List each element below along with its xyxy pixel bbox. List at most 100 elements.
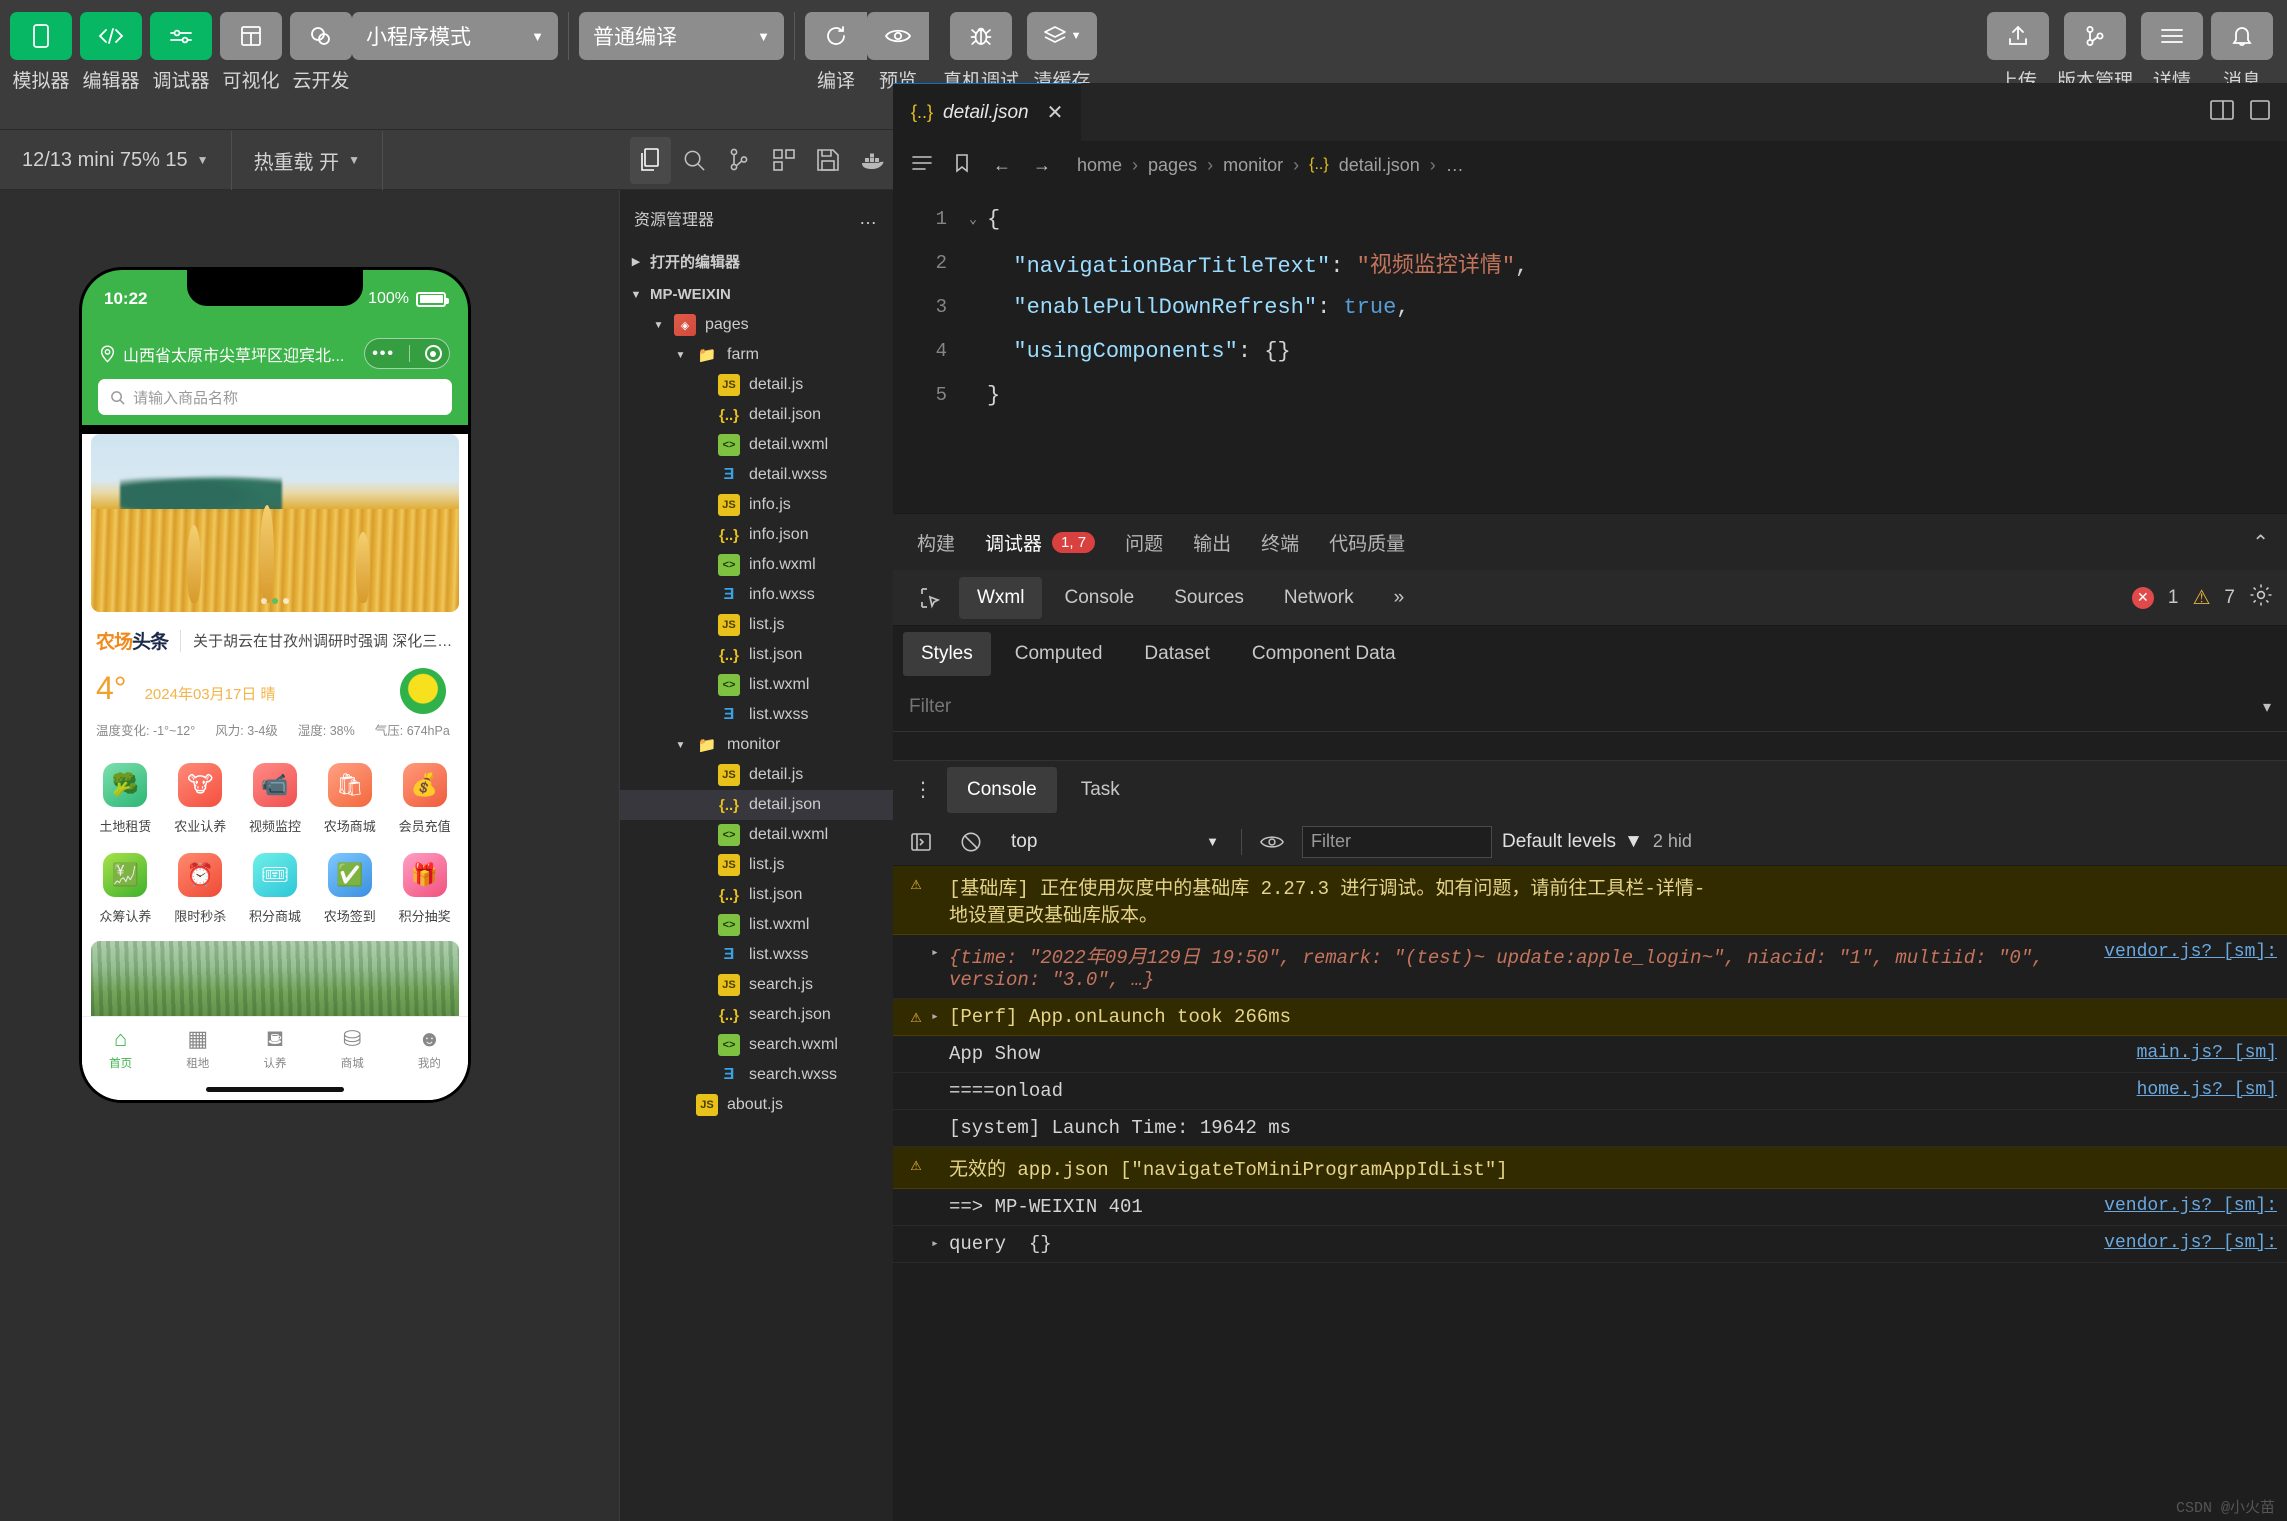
- toolbar-button-simulator[interactable]: 模拟器: [10, 12, 72, 93]
- grid-item-crowdfund-adoption[interactable]: 💹 众筹认养: [88, 853, 163, 925]
- console-sidebar-icon[interactable]: [901, 825, 941, 859]
- more-actions-icon[interactable]: [2249, 98, 2271, 127]
- tree-row[interactable]: ▼ ◈ pages: [620, 310, 893, 340]
- console-context-select[interactable]: top ▼: [1001, 831, 1231, 853]
- explorer-section-project[interactable]: ▼ MP-WEIXIN: [620, 279, 893, 310]
- console-log-row[interactable]: ====onload home.js? [sm]: [893, 1073, 2287, 1110]
- tree-row[interactable]: JS detail.js: [620, 760, 893, 790]
- expand-icon[interactable]: [931, 1117, 949, 1120]
- console-log-row[interactable]: ▸ query {} vendor.js? [sm]:: [893, 1226, 2287, 1263]
- devtools-tab-network[interactable]: Network: [1266, 577, 1372, 619]
- dbg-tab-output[interactable]: 输出: [1193, 514, 1231, 571]
- search-icon[interactable]: [675, 137, 716, 184]
- console-log-row[interactable]: ⚠ 无效的 app.json ["navigateToMiniProgramApp…: [893, 1147, 2287, 1189]
- breadcrumb-item-file[interactable]: detail.json: [1339, 155, 1420, 176]
- tree-row[interactable]: JS info.js: [620, 490, 893, 520]
- tree-row[interactable]: JS list.js: [620, 850, 893, 880]
- toolbar-button-debugger[interactable]: 调试器: [150, 12, 212, 93]
- code-line[interactable]: 3 "enablePullDownRefresh": true,: [893, 285, 2287, 329]
- grid-item-points-mall[interactable]: 🎟 积分商城: [238, 853, 313, 925]
- toolbar-button-upload[interactable]: 上传: [1986, 12, 2049, 93]
- fold-icon[interactable]: ⌄: [959, 212, 987, 227]
- breadcrumb-item-home[interactable]: home: [1077, 155, 1122, 176]
- chevron-down-icon[interactable]: ▼: [652, 320, 665, 331]
- nav-forward-icon[interactable]: →: [1027, 155, 1057, 176]
- tree-row[interactable]: Ǝlist.wxss: [620, 700, 893, 730]
- tree-row[interactable]: JS about.js: [620, 1090, 893, 1120]
- dbg-tab-terminal[interactable]: 终端: [1261, 514, 1299, 571]
- expand-icon[interactable]: [931, 1154, 949, 1157]
- devtools-tab-console[interactable]: Console: [1046, 577, 1152, 619]
- tree-row[interactable]: <> list.wxml: [620, 910, 893, 940]
- code-editor[interactable]: 1 ⌄{2 "navigationBarTitleText": "视频监控详情",…: [893, 189, 2287, 479]
- tree-row[interactable]: Ǝinfo.wxss: [620, 580, 893, 610]
- search-input[interactable]: 请输入商品名称: [98, 379, 452, 415]
- console-log-source[interactable]: home.js? [sm]: [2123, 1080, 2277, 1100]
- chevron-down-icon[interactable]: ▼: [674, 350, 687, 361]
- tree-row[interactable]: <> detail.wxml: [620, 820, 893, 850]
- editor-tab-detail-json[interactable]: {..} detail.json ✕: [893, 83, 1083, 141]
- tree-row[interactable]: {..} search.json: [620, 1000, 893, 1030]
- tree-row[interactable]: JS list.js: [620, 610, 893, 640]
- console-log-source[interactable]: vendor.js? [sm]:: [2090, 1196, 2277, 1216]
- source-control-icon[interactable]: [719, 137, 760, 184]
- toolbar-button-preview[interactable]: 预览: [867, 12, 929, 93]
- news-row[interactable]: 农场头条 关于胡云在甘孜州调研时强调 深化三产融合 助力...: [82, 612, 468, 666]
- styles-tab-computed[interactable]: Computed: [997, 632, 1121, 676]
- chevron-down-icon[interactable]: ▾: [2263, 697, 2271, 717]
- tree-row[interactable]: {..} detail.json: [620, 790, 893, 820]
- console-log-row[interactable]: App Show main.js? [sm]: [893, 1036, 2287, 1073]
- grid-item-farm-mall[interactable]: 🛍 农场商城: [312, 763, 387, 835]
- console-log-row[interactable]: ==> MP-WEIXIN 401 vendor.js? [sm]:: [893, 1189, 2287, 1226]
- grid-item-points-lottery[interactable]: 🎁 积分抽奖: [387, 853, 462, 925]
- tree-row[interactable]: {..} info.json: [620, 520, 893, 550]
- expand-icon[interactable]: ▸: [931, 942, 949, 960]
- location-row[interactable]: 山西省太原市尖草坪区迎宾北... •••: [96, 332, 454, 379]
- dbg-tab-code-quality[interactable]: 代码质量: [1329, 514, 1405, 571]
- console-log-row[interactable]: [system] Launch Time: 19642 ms: [893, 1110, 2287, 1147]
- close-icon[interactable]: ✕: [1047, 100, 1064, 125]
- dbg-tab-problems[interactable]: 问题: [1125, 514, 1163, 571]
- console-levels-select[interactable]: Default levels ▼: [1502, 831, 1643, 853]
- device-select[interactable]: 12/13 mini 75% 15 ▼: [0, 130, 232, 190]
- toolbar-button-cloud[interactable]: 云开发: [290, 12, 352, 93]
- chevron-down-icon[interactable]: ▼: [674, 740, 687, 751]
- nav-back-icon[interactable]: ←: [987, 155, 1017, 176]
- console-log[interactable]: ⚠ [基础库] 正在使用灰度中的基础库 2.27.3 进行调试。如有问题，请前往工…: [893, 866, 2287, 1521]
- mode-select[interactable]: 小程序模式 ▼: [352, 12, 558, 60]
- toolbar-button-details[interactable]: 详情: [2141, 12, 2203, 93]
- inspect-element-icon[interactable]: [903, 578, 955, 618]
- explorer-icon[interactable]: [630, 136, 671, 184]
- code-line[interactable]: 1 ⌄{: [893, 197, 2287, 241]
- more-icon[interactable]: …: [859, 208, 879, 229]
- styles-tab-component-data[interactable]: Component Data: [1234, 632, 1414, 676]
- console-log-source[interactable]: vendor.js? [sm]:: [2090, 942, 2277, 962]
- breadcrumb-item-monitor[interactable]: monitor: [1223, 155, 1283, 176]
- devtools-tab-sources[interactable]: Sources: [1156, 577, 1262, 619]
- toolbar-button-realdevice-debug[interactable]: 真机调试: [943, 12, 1019, 93]
- tree-row[interactable]: <> info.wxml: [620, 550, 893, 580]
- tab-adopt[interactable]: ⛾ 认养: [236, 1028, 313, 1071]
- gear-icon[interactable]: [2249, 583, 2273, 613]
- tab-shop[interactable]: ⛁ 商城: [314, 1028, 391, 1071]
- styles-tab-styles[interactable]: Styles: [903, 632, 991, 676]
- code-line[interactable]: 2 "navigationBarTitleText": "视频监控详情",: [893, 241, 2287, 285]
- expand-icon[interactable]: ▸: [931, 1006, 949, 1024]
- grid-item-agri-adoption[interactable]: 🐮 农业认养: [163, 763, 238, 835]
- devtools-tab-more[interactable]: »: [1376, 577, 1423, 619]
- expand-icon[interactable]: [931, 1080, 949, 1083]
- grid-item-video-monitor[interactable]: 📹 视频监控: [238, 763, 313, 835]
- live-expression-icon[interactable]: [1252, 825, 1292, 859]
- tree-row[interactable]: {..} list.json: [620, 640, 893, 670]
- tree-row[interactable]: {..} detail.json: [620, 400, 893, 430]
- devtools-tab-wxml[interactable]: Wxml: [959, 576, 1043, 619]
- expand-icon[interactable]: [931, 1196, 949, 1199]
- console-filter-input[interactable]: Filter: [1302, 825, 1492, 858]
- tree-row[interactable]: <> search.wxml: [620, 1030, 893, 1060]
- console-tab-task[interactable]: Task: [1061, 767, 1140, 813]
- compile-select[interactable]: 普通编译 ▼: [579, 12, 784, 60]
- tab-home[interactable]: ⌂ 首页: [82, 1028, 159, 1071]
- toolbar-button-version[interactable]: 版本管理: [2057, 12, 2133, 93]
- breadcrumb-item-pages[interactable]: pages: [1148, 155, 1197, 176]
- tree-row[interactable]: <> detail.wxml: [620, 430, 893, 460]
